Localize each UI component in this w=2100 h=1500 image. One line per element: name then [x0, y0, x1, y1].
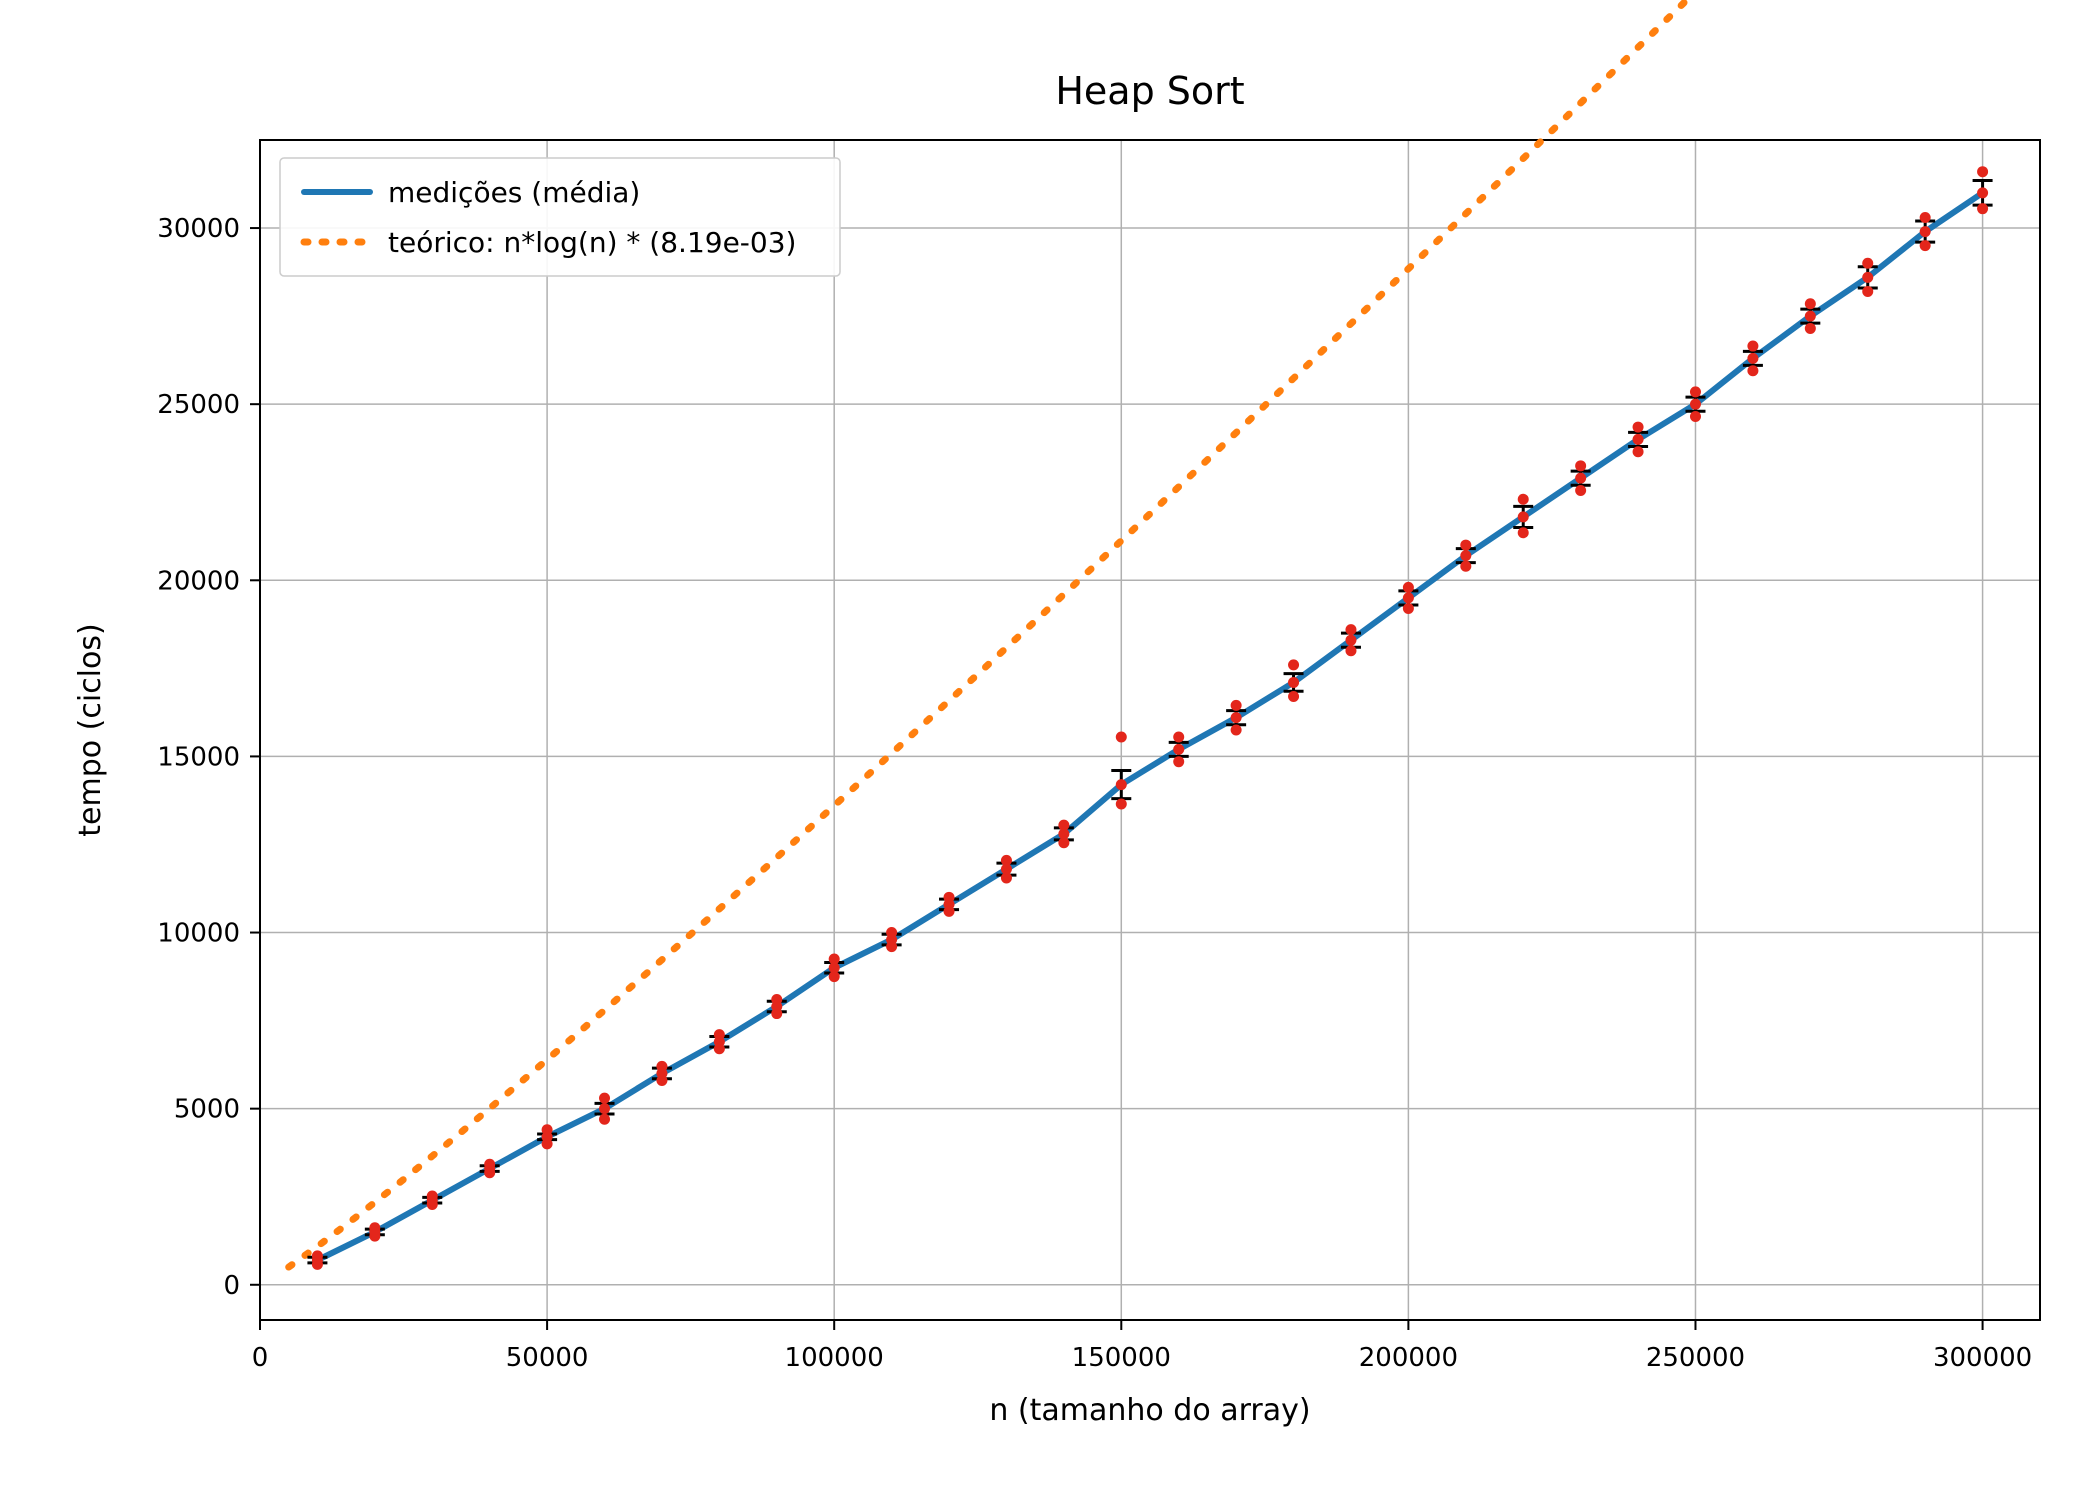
x-tick-label: 300000: [1933, 1343, 2032, 1373]
data-point: [1862, 286, 1873, 297]
data-point: [1518, 494, 1529, 505]
data-point: [1575, 460, 1586, 471]
data-point: [1460, 540, 1471, 551]
data-point: [1288, 659, 1299, 670]
data-point: [1460, 561, 1471, 572]
legend-entry-theory: teórico: n*log(n) * (8.19e-03): [388, 226, 796, 259]
data-point: [1173, 756, 1184, 767]
measured-line: [317, 193, 1982, 1260]
chart-container: 0 50000 100000 150000 200000 250000 300000 0 500…: [0, 0, 2100, 1500]
y-axis-label: tempo (ciclos): [73, 623, 108, 836]
y-tick-label: 0: [223, 1271, 240, 1301]
chart-title: Heap Sort: [1055, 69, 1244, 113]
data-point: [1345, 624, 1356, 635]
data-point: [1403, 582, 1414, 593]
x-tick-label: 150000: [1072, 1343, 1171, 1373]
data-point: [1805, 323, 1816, 334]
data-point: [1231, 725, 1242, 736]
x-tick-label: 0: [252, 1343, 269, 1373]
data-point: [1575, 485, 1586, 496]
data-point: [1920, 240, 1931, 251]
y-tick-label: 15000: [157, 742, 240, 772]
x-tick-label: 200000: [1359, 1343, 1458, 1373]
data-point: [599, 1114, 610, 1125]
y-tick-label: 10000: [157, 919, 240, 949]
data-point: [1977, 166, 1988, 177]
data-point: [1690, 411, 1701, 422]
x-tick-label: 100000: [785, 1343, 884, 1373]
y-tick-label: 20000: [157, 566, 240, 596]
data-point: [1633, 446, 1644, 457]
data-point: [1747, 365, 1758, 376]
data-point: [1690, 386, 1701, 397]
x-axis-label: n (tamanho do array): [989, 1393, 1310, 1428]
data-point: [1518, 527, 1529, 538]
y-tick-label: 5000: [174, 1095, 240, 1125]
x-tick-label: 250000: [1646, 1343, 1745, 1373]
x-tick-label: 50000: [506, 1343, 589, 1373]
data-point: [1633, 422, 1644, 433]
data-point: [599, 1093, 610, 1104]
data-point: [1747, 341, 1758, 352]
data-point: [1116, 798, 1127, 809]
data-point: [1231, 700, 1242, 711]
y-tick-label: 25000: [157, 390, 240, 420]
data-point: [1805, 298, 1816, 309]
data-point: [1288, 691, 1299, 702]
data-point: [1403, 603, 1414, 614]
chart-svg: 0 50000 100000 150000 200000 250000 300000 0 500…: [0, 0, 2100, 1500]
legend-entry-measured: medições (média): [388, 176, 640, 209]
data-point: [1345, 645, 1356, 656]
data-point: [1173, 732, 1184, 743]
y-tick-label: 30000: [157, 214, 240, 244]
data-point: [1862, 258, 1873, 269]
data-point: [1920, 212, 1931, 223]
data-point: [1116, 732, 1127, 743]
data-point: [1977, 203, 1988, 214]
